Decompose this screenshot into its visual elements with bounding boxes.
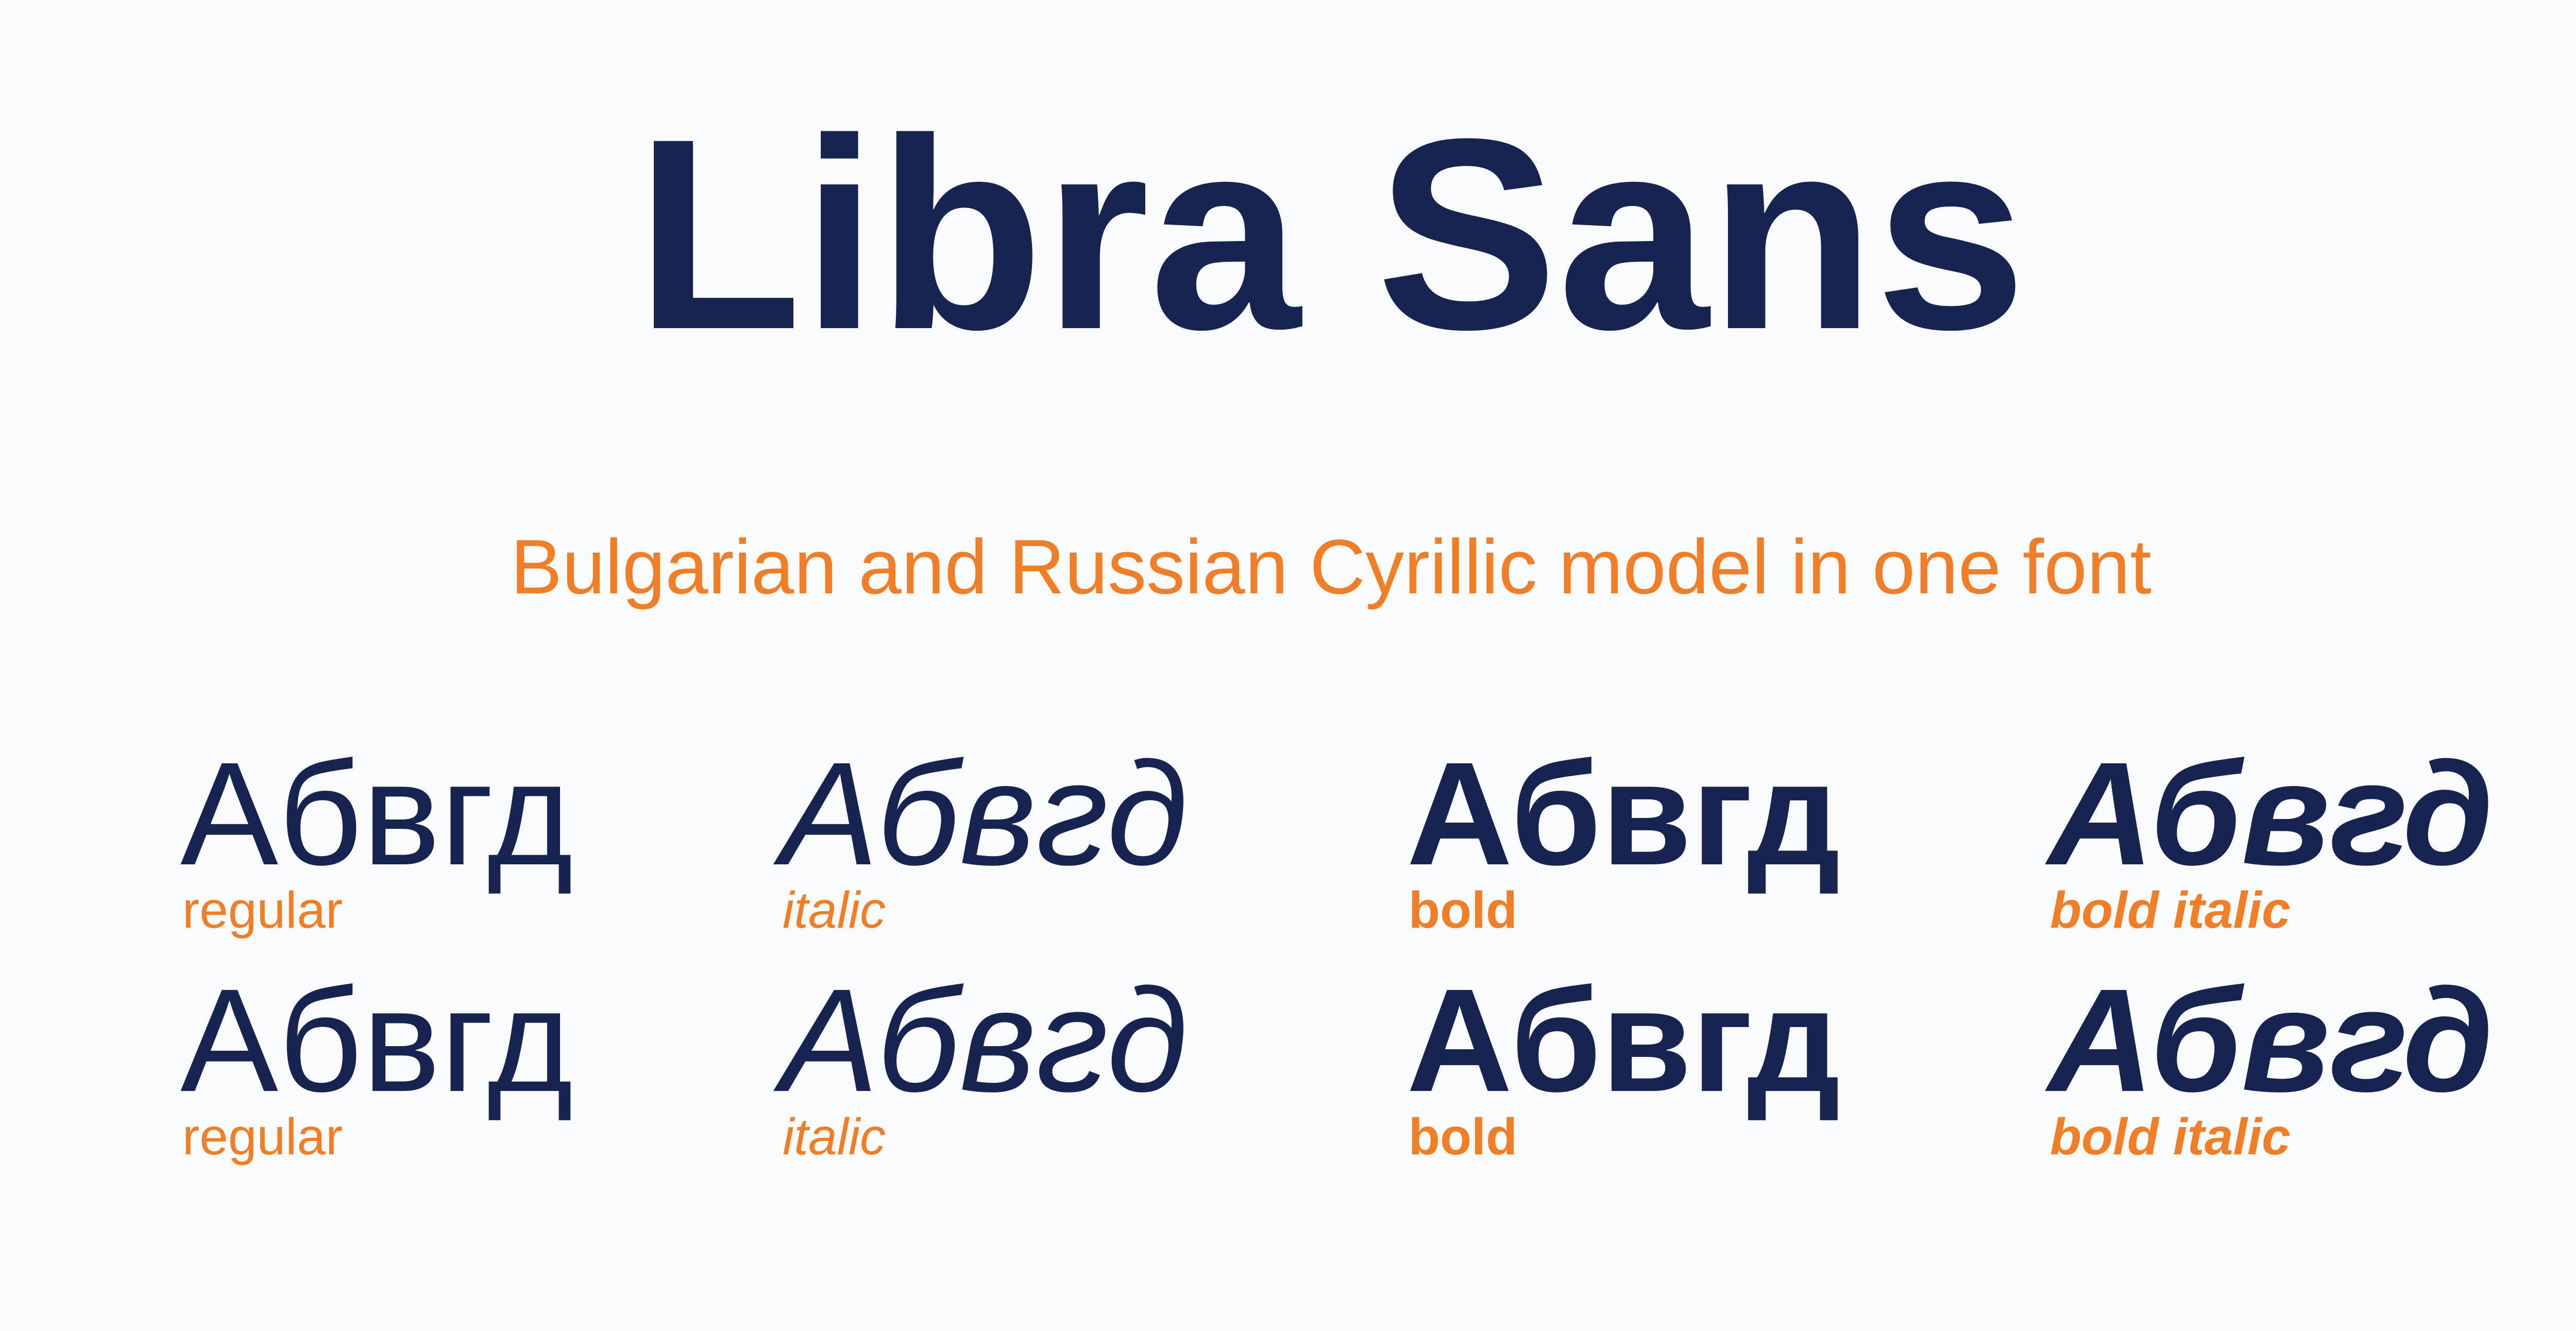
glyph-sample: Абвгд xyxy=(781,959,1188,1122)
sample-russian-bold-italic: Абвгд bold italic xyxy=(2048,967,2576,1163)
sample-bulgarian-bold: Абвгд bold xyxy=(1406,741,1999,936)
sample-russian-italic: Абвгд italic xyxy=(781,967,1373,1163)
sample-russian-bold: Абвгд bold xyxy=(1406,967,1999,1163)
glyph-sample: Абвгд xyxy=(1406,959,1841,1122)
glyph-sample: Абвгд xyxy=(781,732,1188,896)
sample-bulgarian-bold-italic: Абвгд bold italic xyxy=(2048,741,2576,936)
glyph-sample: Абвгд xyxy=(1406,732,1841,896)
page-title: Libra Sans xyxy=(635,82,2027,386)
sample-bulgarian-italic: Абвгд italic xyxy=(781,741,1373,936)
glyph-sample: Абвгд xyxy=(180,732,573,896)
page-subtitle: Bulgarian and Russian Cyrillic model in … xyxy=(510,523,2151,610)
sample-russian-regular: Абвгд regular xyxy=(180,967,773,1163)
sample-bulgarian-regular: Абвгд regular xyxy=(180,741,773,936)
glyph-sample: Абвгд xyxy=(2048,732,2494,896)
glyph-sample: Абвгд xyxy=(180,959,573,1122)
glyph-sample: Абвгд xyxy=(2048,959,2494,1122)
